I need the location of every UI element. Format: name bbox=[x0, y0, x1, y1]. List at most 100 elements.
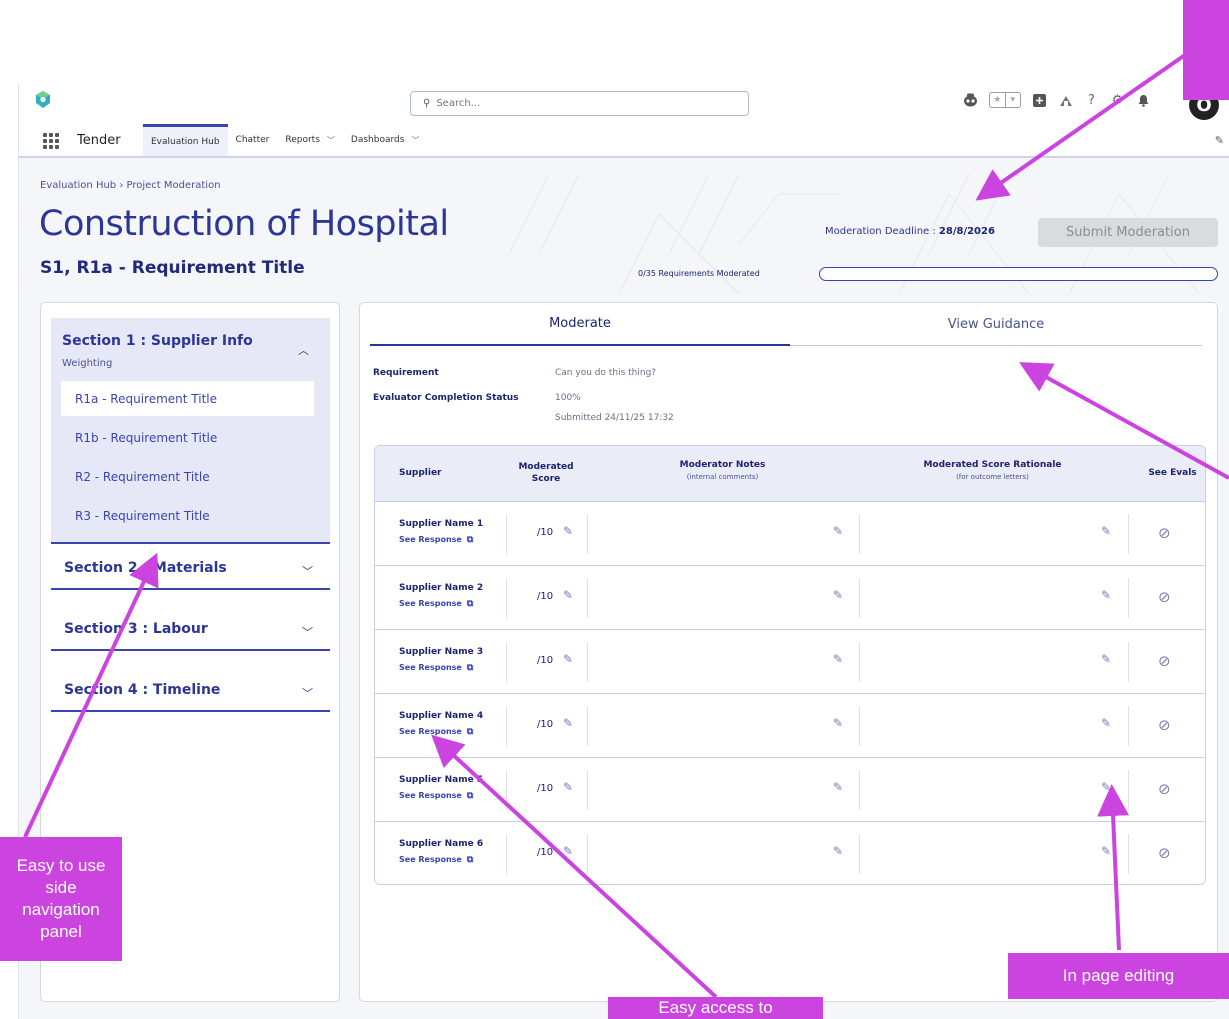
global-search-input[interactable]: ⚲ Search... bbox=[410, 91, 749, 116]
eye-hidden-icon[interactable]: ⊘ bbox=[1158, 780, 1171, 798]
app-launcher-icon[interactable] bbox=[43, 133, 59, 149]
supplier-name: Supplier Name 6 bbox=[399, 839, 484, 849]
edit-notes-pencil-icon[interactable]: ✎ bbox=[833, 716, 843, 730]
sidebar-section-3[interactable]: Section 3 : Labour ﹀ bbox=[51, 611, 330, 651]
edit-score-pencil-icon[interactable]: ✎ bbox=[563, 716, 573, 730]
chevron-down-icon[interactable]: ﹀ bbox=[411, 135, 419, 146]
eye-hidden-icon[interactable]: ⊘ bbox=[1158, 844, 1171, 862]
edit-rationale-pencil-icon[interactable]: ✎ bbox=[1101, 652, 1111, 666]
edit-rationale-pencil-icon[interactable]: ✎ bbox=[1101, 588, 1111, 602]
nav-tab-reports[interactable]: Reports ﹀ bbox=[277, 124, 343, 156]
column-header-supplier: Supplier bbox=[399, 468, 442, 478]
eye-hidden-icon[interactable]: ⊘ bbox=[1158, 524, 1171, 542]
chevron-down-icon[interactable]: ﹀ bbox=[302, 685, 313, 701]
moderated-score-field[interactable]: /10 bbox=[537, 847, 553, 858]
edit-nav-pencil-icon[interactable]: ✎ bbox=[1215, 134, 1224, 147]
external-link-icon: ⧉ bbox=[466, 727, 474, 737]
help-icon[interactable]: ? bbox=[1084, 93, 1099, 108]
external-link-icon: ⧉ bbox=[466, 535, 474, 545]
edit-notes-pencil-icon[interactable]: ✎ bbox=[833, 524, 843, 538]
see-response-link[interactable]: See Response ⧉ bbox=[399, 535, 473, 545]
submit-moderation-button[interactable]: Submit Moderation bbox=[1038, 218, 1218, 247]
edit-score-pencil-icon[interactable]: ✎ bbox=[563, 524, 573, 538]
deadline-label: Moderation Deadline : bbox=[825, 226, 939, 237]
eye-hidden-icon[interactable]: ⊘ bbox=[1158, 588, 1171, 606]
sidebar-item-r1a[interactable]: R1a - Requirement Title bbox=[61, 381, 314, 416]
search-placeholder: Search... bbox=[436, 98, 481, 109]
edit-score-pencil-icon[interactable]: ✎ bbox=[563, 780, 573, 794]
global-actions-icon[interactable] bbox=[1032, 93, 1047, 108]
sidebar-item-r1b[interactable]: R1b - Requirement Title bbox=[61, 420, 314, 455]
moderated-score-field[interactable]: /10 bbox=[537, 591, 553, 602]
tab-moderate[interactable]: Moderate bbox=[370, 303, 790, 346]
column-divider bbox=[506, 642, 507, 682]
chevron-down-icon[interactable]: ﹀ bbox=[302, 563, 313, 579]
favorites-star-icon[interactable]: ★ bbox=[990, 93, 1005, 107]
column-divider bbox=[859, 706, 860, 746]
annotation-callout-top bbox=[1183, 0, 1229, 100]
edit-rationale-pencil-icon[interactable]: ✎ bbox=[1101, 524, 1111, 538]
section-title[interactable]: Section 1 : Supplier Info bbox=[62, 333, 253, 349]
sidebar-item-r3[interactable]: R3 - Requirement Title bbox=[61, 498, 314, 533]
table-row: Supplier Name 1 See Response ⧉ /10 ✎ ✎ ✎ … bbox=[375, 501, 1205, 565]
see-response-link[interactable]: See Response ⧉ bbox=[399, 663, 473, 673]
see-response-link[interactable]: See Response ⧉ bbox=[399, 727, 473, 737]
chevron-down-icon[interactable]: ﹀ bbox=[302, 624, 313, 640]
trailhead-icon[interactable] bbox=[1058, 93, 1073, 108]
see-response-link[interactable]: See Response ⧉ bbox=[399, 855, 473, 865]
edit-score-pencil-icon[interactable]: ✎ bbox=[563, 588, 573, 602]
edit-score-pencil-icon[interactable]: ✎ bbox=[563, 844, 573, 858]
eye-hidden-icon[interactable]: ⊘ bbox=[1158, 652, 1171, 670]
moderated-score-field[interactable]: /10 bbox=[537, 527, 553, 538]
edit-rationale-pencil-icon[interactable]: ✎ bbox=[1101, 716, 1111, 730]
column-divider bbox=[1128, 770, 1129, 810]
external-link-icon: ⧉ bbox=[466, 663, 474, 673]
notifications-bell-icon[interactable] bbox=[1136, 93, 1151, 108]
column-divider bbox=[1128, 642, 1129, 682]
eye-hidden-icon[interactable]: ⊘ bbox=[1158, 716, 1171, 734]
nav-tab-chatter[interactable]: Chatter bbox=[228, 124, 278, 156]
tab-view-guidance[interactable]: View Guidance bbox=[790, 303, 1202, 346]
setup-gear-icon[interactable]: ⚙ bbox=[1110, 93, 1125, 108]
notes-header-sub: (internal comments) bbox=[686, 473, 759, 481]
column-divider bbox=[587, 706, 588, 746]
submitted-timestamp: Submitted 24/11/25 17:32 bbox=[555, 413, 674, 423]
column-divider bbox=[859, 770, 860, 810]
favorites-dropdown-icon[interactable]: ▾ bbox=[1004, 93, 1021, 107]
agentforce-icon[interactable] bbox=[963, 93, 978, 108]
moderated-score-field[interactable]: /10 bbox=[537, 783, 553, 794]
column-divider bbox=[587, 834, 588, 874]
chevron-down-icon[interactable]: ﹀ bbox=[327, 135, 335, 146]
edit-notes-pencil-icon[interactable]: ✎ bbox=[833, 652, 843, 666]
column-divider bbox=[506, 834, 507, 874]
column-header-score: Moderated Score bbox=[518, 462, 574, 484]
breadcrumb[interactable]: Evaluation Hub › Project Moderation bbox=[40, 180, 221, 191]
search-icon: ⚲ bbox=[423, 98, 431, 109]
edit-notes-pencil-icon[interactable]: ✎ bbox=[833, 780, 843, 794]
edit-notes-pencil-icon[interactable]: ✎ bbox=[833, 588, 843, 602]
requirement-label: Requirement bbox=[373, 368, 439, 378]
moderated-score-field[interactable]: /10 bbox=[537, 719, 553, 730]
sidebar-section-2[interactable]: Section 2 : Materials ﹀ bbox=[51, 550, 330, 590]
edit-rationale-pencil-icon[interactable]: ✎ bbox=[1101, 780, 1111, 794]
favorites-control[interactable]: ★ ▾ bbox=[989, 92, 1021, 108]
moderated-score-field[interactable]: /10 bbox=[537, 655, 553, 666]
moderation-progress-bar bbox=[819, 267, 1218, 281]
nav-tab-evaluation-hub[interactable]: Evaluation Hub bbox=[143, 124, 228, 156]
external-link-icon: ⧉ bbox=[466, 599, 474, 609]
chevron-up-icon[interactable]: ︿ bbox=[298, 342, 309, 358]
edit-notes-pencil-icon[interactable]: ✎ bbox=[833, 844, 843, 858]
sidebar-item-r2[interactable]: R2 - Requirement Title bbox=[61, 459, 314, 494]
edit-score-pencil-icon[interactable]: ✎ bbox=[563, 652, 573, 666]
supplier-name: Supplier Name 1 bbox=[399, 519, 484, 529]
see-response-link[interactable]: See Response ⧉ bbox=[399, 599, 473, 609]
sidebar-section-4[interactable]: Section 4 : Timeline ﹀ bbox=[51, 672, 330, 712]
see-response-link[interactable]: See Response ⧉ bbox=[399, 791, 473, 801]
table-row: Supplier Name 2 See Response ⧉ /10 ✎ ✎ ✎ … bbox=[375, 565, 1205, 629]
nav-tab-dashboards[interactable]: Dashboards ﹀ bbox=[343, 124, 428, 156]
section-title: Section 4 : Timeline bbox=[64, 682, 221, 698]
annotation-callout-access: Easy access to bbox=[608, 997, 823, 1019]
edit-rationale-pencil-icon[interactable]: ✎ bbox=[1101, 844, 1111, 858]
column-divider bbox=[859, 642, 860, 682]
section-weighting: Weighting bbox=[62, 358, 113, 369]
